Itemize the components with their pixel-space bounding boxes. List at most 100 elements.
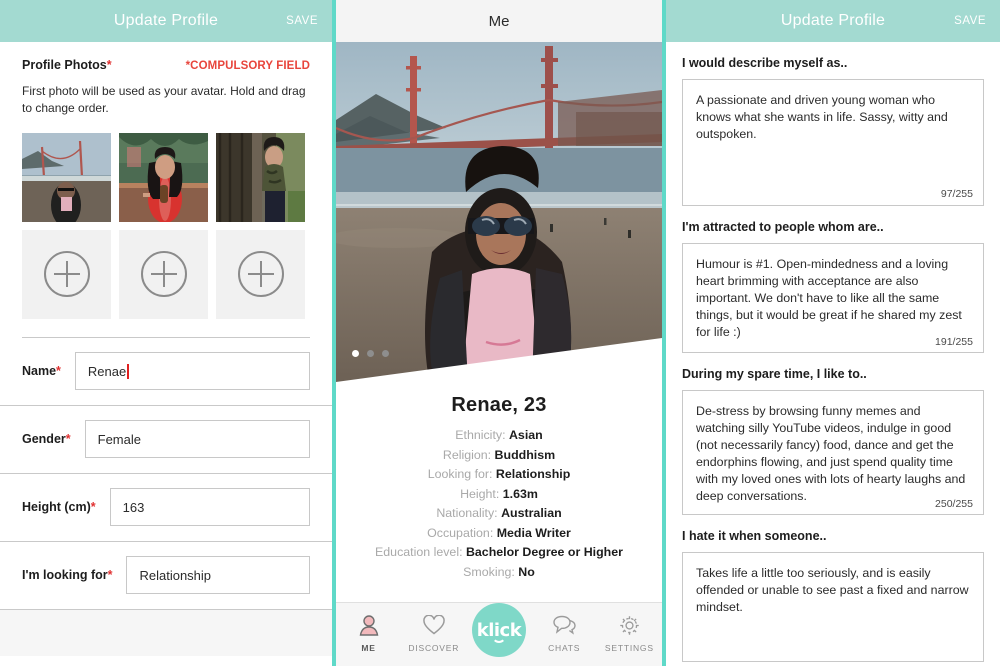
name-input[interactable]: Renae bbox=[74, 352, 310, 391]
attribute-value: Australian bbox=[501, 506, 562, 520]
required-asterisk: * bbox=[107, 568, 113, 583]
field-label-gender: Gender* bbox=[22, 432, 71, 446]
answer-text: A passionate and driven young woman who … bbox=[696, 93, 948, 141]
photo-2-image bbox=[119, 132, 208, 222]
middle-header-title: Me bbox=[488, 12, 510, 30]
photos-helper-text: First photo will be used as your avatar.… bbox=[22, 84, 306, 116]
profile-hero-photo[interactable] bbox=[336, 42, 662, 382]
question-block-attracted-to: I'm attracted to people whom are.. Humou… bbox=[682, 220, 984, 353]
right-panel-body: I would describe myself as.. A passionat… bbox=[666, 42, 1000, 666]
tab-settings-label: SETTINGS bbox=[604, 643, 654, 653]
klick-logo-icon[interactable]: klick bbox=[471, 603, 526, 657]
profile-photos-label-text: Profile Photos bbox=[22, 58, 107, 72]
profile-photo-3[interactable] bbox=[216, 132, 305, 222]
char-counter: 97/255 bbox=[940, 188, 973, 200]
question-label-spare-time: During my spare time, I like to.. bbox=[682, 367, 867, 381]
question-block-hate-it-when: I hate it when someone.. Takes life a li… bbox=[682, 529, 984, 662]
gender-input[interactable]: Female bbox=[84, 420, 310, 459]
right-header: Update Profile SAVE bbox=[666, 0, 1000, 42]
add-photo-slot-2[interactable] bbox=[119, 229, 208, 319]
required-asterisk: * bbox=[106, 58, 112, 72]
carousel-dot-2[interactable] bbox=[367, 350, 374, 357]
photo-grid bbox=[22, 132, 310, 319]
field-row-name: Name* Renae bbox=[0, 338, 332, 406]
attribute-key: Education level: bbox=[375, 545, 463, 559]
plus-icon bbox=[237, 251, 284, 298]
profile-name-age: Renae, 23 bbox=[451, 394, 547, 416]
middle-header: Me bbox=[336, 0, 662, 42]
left-panel-update-profile: Update Profile SAVE Profile Photos* *COM… bbox=[0, 0, 332, 666]
attribute-key: Religion: bbox=[442, 447, 492, 462]
tab-chats-label: CHATS bbox=[548, 643, 581, 653]
required-asterisk: * bbox=[90, 500, 96, 515]
attribute-ethnicity: Ethnicity: Asian bbox=[344, 426, 654, 446]
field-label-name: Name* bbox=[22, 364, 61, 378]
middle-panel-me: Me Renae, 23 Ethnicity: Asian Religion: … bbox=[336, 0, 662, 666]
add-photo-slot-1[interactable] bbox=[22, 229, 111, 319]
profile-photos-label: Profile Photos* bbox=[22, 58, 112, 72]
answer-text: Takes life a little too seriously, and i… bbox=[696, 566, 969, 614]
answer-textarea-spare-time[interactable]: De-stress by browsing funny memes and wa… bbox=[682, 390, 984, 515]
attribute-value: Relationship bbox=[495, 467, 571, 481]
question-label-describe-myself: I would describe myself as.. bbox=[682, 56, 848, 70]
photo-1-image bbox=[22, 132, 111, 222]
right-header-title: Update Profile bbox=[780, 12, 886, 29]
tab-me-label: ME bbox=[361, 643, 376, 653]
add-photo-slot-3[interactable] bbox=[216, 229, 305, 319]
heart-icon bbox=[423, 612, 445, 638]
answer-text: Humour is #1. Open-mindedness and a lovi… bbox=[696, 257, 962, 339]
field-label-name-text: Name bbox=[22, 364, 57, 379]
attribute-nationality: Nationality: Australian bbox=[344, 504, 654, 524]
profile-photo-2[interactable] bbox=[119, 132, 208, 222]
char-counter: 191/255 bbox=[935, 336, 973, 348]
looking-for-input[interactable]: Relationship bbox=[126, 556, 310, 595]
attribute-occupation: Occupation: Media Writer bbox=[344, 524, 654, 544]
gear-icon bbox=[619, 612, 640, 638]
profile-photos-header: Profile Photos* *COMPULSORY FIELD bbox=[22, 58, 310, 72]
carousel-dot-3[interactable] bbox=[382, 350, 389, 357]
field-label-looking-for: I'm looking for* bbox=[22, 568, 112, 582]
char-counter: 250/255 bbox=[935, 498, 973, 510]
tab-settings[interactable]: SETTINGS bbox=[598, 612, 660, 653]
carousel-dots[interactable] bbox=[352, 350, 389, 357]
attribute-value: Asian bbox=[508, 428, 543, 442]
app-screen: Update Profile SAVE Profile Photos* *COM… bbox=[0, 0, 1000, 666]
left-save-button[interactable]: SAVE bbox=[286, 15, 318, 27]
profile-attributes: Ethnicity: Asian Religion: Buddhism Look… bbox=[336, 426, 662, 582]
attribute-religion: Religion: Buddhism bbox=[344, 446, 654, 466]
photo-3-image bbox=[216, 132, 305, 222]
left-header-title: Update Profile bbox=[113, 12, 219, 29]
attribute-value: Buddhism bbox=[494, 447, 556, 462]
tab-klick-home[interactable]: klick bbox=[468, 603, 530, 657]
compulsory-field-note: *COMPULSORY FIELD bbox=[185, 60, 310, 72]
left-panel-footer bbox=[0, 609, 332, 656]
field-label-height-text: Height (cm) bbox=[22, 500, 91, 515]
attribute-value: Media Writer bbox=[496, 525, 571, 540]
field-row-gender: Gender* Female bbox=[0, 406, 332, 474]
attribute-value: 1.63m bbox=[502, 486, 538, 501]
attribute-value: Bachelor Degree or Higher bbox=[465, 545, 623, 559]
attribute-value: No bbox=[518, 564, 535, 579]
tab-discover[interactable]: DISCOVER bbox=[403, 612, 465, 653]
attribute-education-level: Education level: Bachelor Degree or High… bbox=[344, 543, 654, 563]
text-caret bbox=[127, 363, 130, 379]
attribute-key: Ethnicity: bbox=[455, 428, 506, 442]
answer-textarea-describe-myself[interactable]: A passionate and driven young woman who … bbox=[682, 79, 984, 206]
field-row-height: Height (cm)* 163 bbox=[0, 474, 332, 542]
right-save-button[interactable]: SAVE bbox=[954, 15, 986, 27]
name-input-value: Renae bbox=[87, 363, 127, 379]
tab-me[interactable]: ME bbox=[338, 612, 400, 653]
attribute-looking-for: Looking for: Relationship bbox=[344, 465, 654, 485]
question-label-hate-it-when: I hate it when someone.. bbox=[682, 529, 827, 543]
answer-textarea-hate-it-when[interactable]: Takes life a little too seriously, and i… bbox=[682, 552, 984, 662]
attribute-key: Height: bbox=[460, 486, 500, 501]
attribute-key: Looking for: bbox=[427, 467, 493, 481]
answer-textarea-attracted-to[interactable]: Humour is #1. Open-mindedness and a lovi… bbox=[682, 243, 984, 353]
required-asterisk: * bbox=[65, 432, 71, 447]
tab-discover-label: DISCOVER bbox=[408, 643, 460, 653]
height-input[interactable]: 163 bbox=[109, 488, 310, 527]
klick-smile-shape bbox=[491, 636, 506, 643]
carousel-dot-1[interactable] bbox=[352, 350, 359, 357]
tab-chats[interactable]: CHATS bbox=[533, 612, 595, 653]
profile-photo-1[interactable] bbox=[22, 132, 111, 222]
